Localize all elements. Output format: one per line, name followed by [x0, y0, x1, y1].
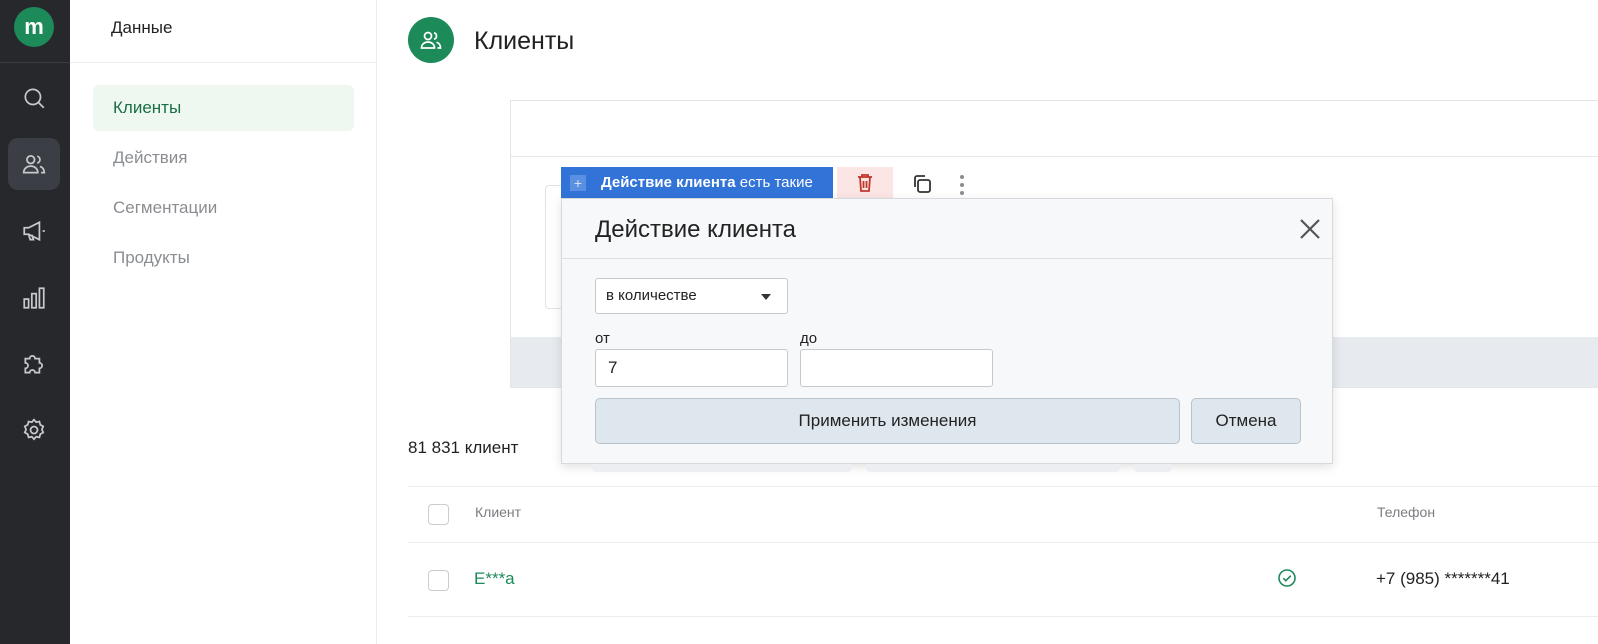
- trash-icon: [858, 174, 872, 192]
- copy-icon: [914, 175, 931, 193]
- close-icon: [1300, 219, 1320, 239]
- to-label: до: [800, 330, 818, 347]
- users-icon: [22, 155, 46, 174]
- megaphone-icon: [23, 220, 45, 242]
- more-options-button[interactable]: [954, 172, 970, 198]
- rail-clients-button[interactable]: [8, 138, 60, 190]
- more-vertical-icon: [960, 175, 964, 179]
- sidebar-title: Данные: [111, 18, 173, 37]
- verified-icon: [1277, 568, 1297, 588]
- table-divider: [408, 616, 1598, 617]
- sidebar-item-segmentations[interactable]: Сегментации: [93, 185, 354, 231]
- rail-divider: [0, 62, 70, 63]
- delete-condition-button[interactable]: [837, 167, 893, 199]
- clients-count: 81 831 клиент: [408, 438, 519, 457]
- select-all-checkbox[interactable]: [428, 504, 449, 525]
- page-icon-badge: [408, 17, 454, 63]
- search-icon: [24, 88, 45, 109]
- quantity-mode-select[interactable]: в количестве: [595, 278, 788, 314]
- sidebar-item-clients[interactable]: Клиенты: [93, 85, 354, 131]
- chevron-down-icon: [761, 294, 771, 300]
- sidebar-divider: [70, 62, 376, 63]
- hidden-filter-control: [592, 464, 852, 472]
- sidebar-item-actions[interactable]: Действия: [93, 135, 354, 181]
- table-divider: [408, 542, 1598, 543]
- quantity-mode-value: в количестве: [606, 287, 697, 304]
- cancel-button[interactable]: Отмена: [1191, 398, 1301, 444]
- plus-icon[interactable]: +: [570, 175, 586, 191]
- dialog-title: Действие клиента: [595, 216, 797, 243]
- gear-icon: [23, 418, 45, 441]
- client-phone: +7 (985) *******41: [1376, 569, 1510, 588]
- page-title: Клиенты: [474, 27, 575, 55]
- column-header-phone[interactable]: Телефон: [1377, 504, 1435, 520]
- users-icon: [420, 31, 442, 49]
- from-label: от: [595, 330, 610, 347]
- client-name-link[interactable]: Е***а: [474, 569, 515, 589]
- bar-chart-icon: [23, 287, 45, 309]
- condition-chip[interactable]: + Действие клиента есть такие: [561, 167, 833, 199]
- rail-search-button[interactable]: [8, 72, 60, 124]
- from-input[interactable]: [595, 349, 788, 387]
- app-logo[interactable]: m: [14, 7, 54, 47]
- rail-settings-button[interactable]: [8, 404, 60, 456]
- column-header-client[interactable]: Клиент: [475, 504, 521, 520]
- puzzle-icon: [24, 355, 43, 374]
- to-input[interactable]: [800, 349, 993, 387]
- condition-chip-name: Действие клиента: [601, 174, 736, 191]
- apply-changes-button[interactable]: Применить изменения: [595, 398, 1180, 444]
- copy-condition-button[interactable]: [908, 170, 936, 198]
- dialog-header: Действие клиента: [562, 199, 1332, 259]
- hidden-filter-control: [866, 464, 1120, 472]
- rail-integrations-button[interactable]: [8, 338, 60, 390]
- rail-campaigns-button[interactable]: [8, 205, 60, 257]
- hidden-filter-control: [1134, 464, 1172, 472]
- filter-panel-divider: [511, 156, 1598, 157]
- data-sidebar: Данные Клиенты Действия Сегментации Прод…: [70, 0, 377, 644]
- icon-rail: m: [0, 0, 70, 644]
- table-divider: [408, 486, 1598, 487]
- row-checkbox[interactable]: [428, 570, 449, 591]
- condition-editor-dialog: Действие клиента в количестве от до Прим…: [561, 198, 1333, 464]
- close-dialog-button[interactable]: [1296, 215, 1324, 243]
- sidebar-item-products[interactable]: Продукты: [93, 235, 354, 281]
- rail-analytics-button[interactable]: [8, 272, 60, 324]
- condition-chip-qualifier: есть такие: [735, 174, 813, 191]
- check-circle-icon: [1278, 569, 1296, 587]
